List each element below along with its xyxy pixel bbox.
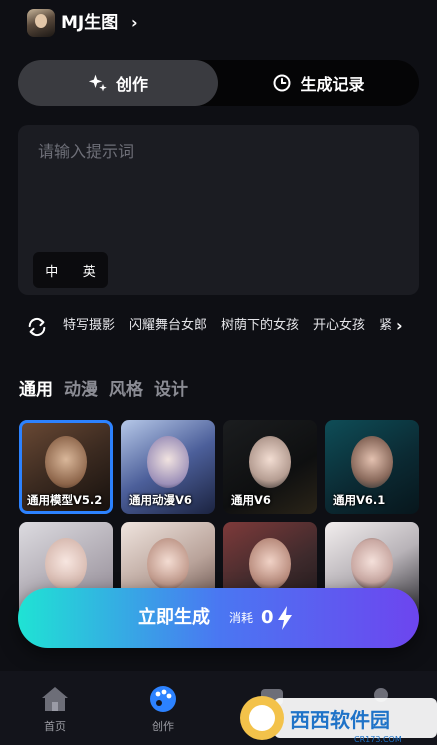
lang-option-zh[interactable]: 中 bbox=[45, 261, 58, 280]
lightning-icon bbox=[278, 606, 292, 630]
suggestion-chip[interactable]: 开心女孩 bbox=[313, 313, 365, 339]
cost-value: 0 bbox=[261, 607, 274, 628]
watermark-text: 西西软件园 bbox=[290, 708, 390, 732]
category-tab-design[interactable]: 设计 bbox=[154, 375, 188, 400]
suggestion-chip[interactable]: 树荫下的女孩 bbox=[221, 313, 299, 339]
palette-icon bbox=[150, 686, 176, 712]
lang-option-en[interactable]: 英 bbox=[83, 261, 96, 280]
watermark-logo: 西西软件园 CR173.COM bbox=[240, 696, 437, 744]
model-thumbnail bbox=[249, 538, 291, 590]
category-tab-style[interactable]: 风格 bbox=[109, 375, 143, 400]
category-tab-general[interactable]: 通用 bbox=[19, 375, 53, 400]
cost-label: 消耗 bbox=[229, 611, 254, 625]
model-label: 通用V6.1 bbox=[333, 493, 386, 507]
home-icon bbox=[42, 687, 68, 711]
model-card[interactable]: 通用V6.1 bbox=[325, 420, 419, 514]
model-card[interactable]: 通用动漫V6 bbox=[121, 420, 215, 514]
suggestion-chip[interactable]: 特写摄影 bbox=[63, 313, 115, 339]
model-label: 通用动漫V6 bbox=[129, 493, 192, 507]
chevron-right-icon[interactable]: › bbox=[396, 313, 403, 339]
language-toggle[interactable]: 中 英 bbox=[33, 252, 108, 288]
clock-icon bbox=[273, 74, 291, 92]
model-thumbnail bbox=[147, 538, 189, 590]
prompt-box: 中 英 bbox=[18, 125, 419, 295]
sparkles-icon bbox=[88, 74, 107, 92]
category-tab-anime[interactable]: 动漫 bbox=[64, 375, 98, 400]
model-thumbnail bbox=[45, 538, 87, 590]
generate-button[interactable]: 立即生成 消耗 0 bbox=[18, 588, 419, 648]
category-tabs: 通用 动漫 风格 设计 bbox=[19, 375, 188, 400]
prompt-input[interactable] bbox=[36, 141, 400, 162]
model-label: 通用V6 bbox=[231, 493, 271, 507]
nav-label: 首页 bbox=[44, 720, 66, 733]
suggestion-chip[interactable]: 紧 bbox=[379, 313, 392, 339]
mode-tabs: 创作 生成记录 bbox=[18, 60, 419, 106]
suggestion-chip[interactable]: 闪耀舞台女郎 bbox=[129, 313, 207, 339]
model-card[interactable]: 通用模型V5.2 bbox=[19, 420, 113, 514]
tab-create-label: 创作 bbox=[115, 75, 148, 94]
watermark-sub: CR173.COM bbox=[354, 735, 402, 744]
model-thumbnail bbox=[351, 538, 393, 590]
model-thumbnail bbox=[147, 436, 189, 488]
model-thumbnail bbox=[351, 436, 393, 488]
model-thumbnail bbox=[45, 436, 87, 488]
generate-label: 立即生成 bbox=[138, 607, 210, 628]
model-label: 通用模型V5.2 bbox=[27, 493, 103, 507]
app-title[interactable]: MJ生图 bbox=[61, 9, 118, 37]
tab-create[interactable]: 创作 bbox=[18, 60, 218, 106]
tab-history[interactable]: 生成记录 bbox=[218, 60, 419, 106]
app-avatar[interactable] bbox=[27, 9, 55, 37]
chevron-right-icon[interactable]: › bbox=[131, 9, 138, 37]
model-card[interactable]: 通用V6 bbox=[223, 420, 317, 514]
nav-label: 创作 bbox=[152, 720, 174, 733]
refresh-icon[interactable] bbox=[26, 316, 48, 338]
tab-history-label: 生成记录 bbox=[300, 75, 365, 94]
model-thumbnail bbox=[249, 436, 291, 488]
suggestion-chips: 特写摄影 闪耀舞台女郎 树荫下的女孩 开心女孩 紧 bbox=[63, 313, 392, 339]
